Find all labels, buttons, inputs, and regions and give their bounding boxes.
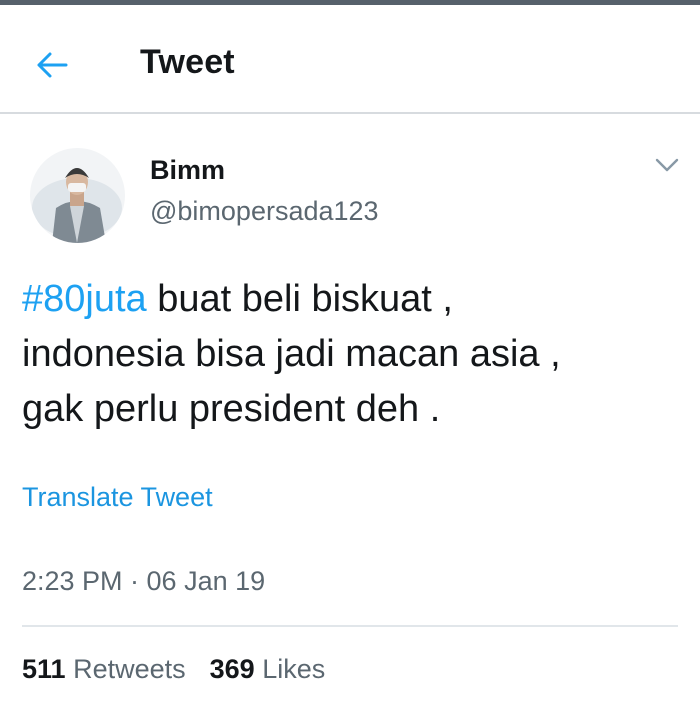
avatar-photo xyxy=(30,148,125,243)
tweet-line-2: indonesia bisa jadi macan asia , xyxy=(22,333,561,375)
retweets-count: 511 xyxy=(22,654,66,684)
tweet-timestamp[interactable]: 2:23 PM · 06 Jan 19 xyxy=(22,566,265,597)
tweet-stats: 511 Retweets 369 Likes xyxy=(22,654,349,685)
tweet-line-1: #80juta buat beli biskuat , xyxy=(22,272,682,327)
tweet-menu-button[interactable] xyxy=(652,150,682,180)
likes-count: 369 xyxy=(209,654,255,684)
likes-label: Likes xyxy=(262,654,326,684)
translate-tweet-link[interactable]: Translate Tweet xyxy=(22,482,213,513)
back-button[interactable] xyxy=(30,43,74,87)
page-header: Tweet xyxy=(0,5,700,114)
chevron-down-icon xyxy=(655,158,679,172)
likes-stat[interactable]: 369 Likes xyxy=(210,654,326,684)
author-name[interactable]: Bimm xyxy=(150,155,225,186)
divider xyxy=(22,625,678,627)
tweet-text: #80juta buat beli biskuat , indonesia bi… xyxy=(22,272,682,437)
arrow-left-icon xyxy=(37,52,68,78)
tweet-line-3: gak perlu president deh . xyxy=(22,388,441,430)
author-handle[interactable]: @bimopersada123 xyxy=(150,196,379,227)
retweets-stat[interactable]: 511 Retweets xyxy=(22,654,186,684)
retweets-label: Retweets xyxy=(73,654,186,684)
avatar[interactable] xyxy=(30,148,125,243)
hashtag-link[interactable]: #80juta xyxy=(22,278,147,320)
tweet-line-1-text: buat beli biskuat , xyxy=(146,278,453,320)
page-title: Tweet xyxy=(140,43,235,81)
